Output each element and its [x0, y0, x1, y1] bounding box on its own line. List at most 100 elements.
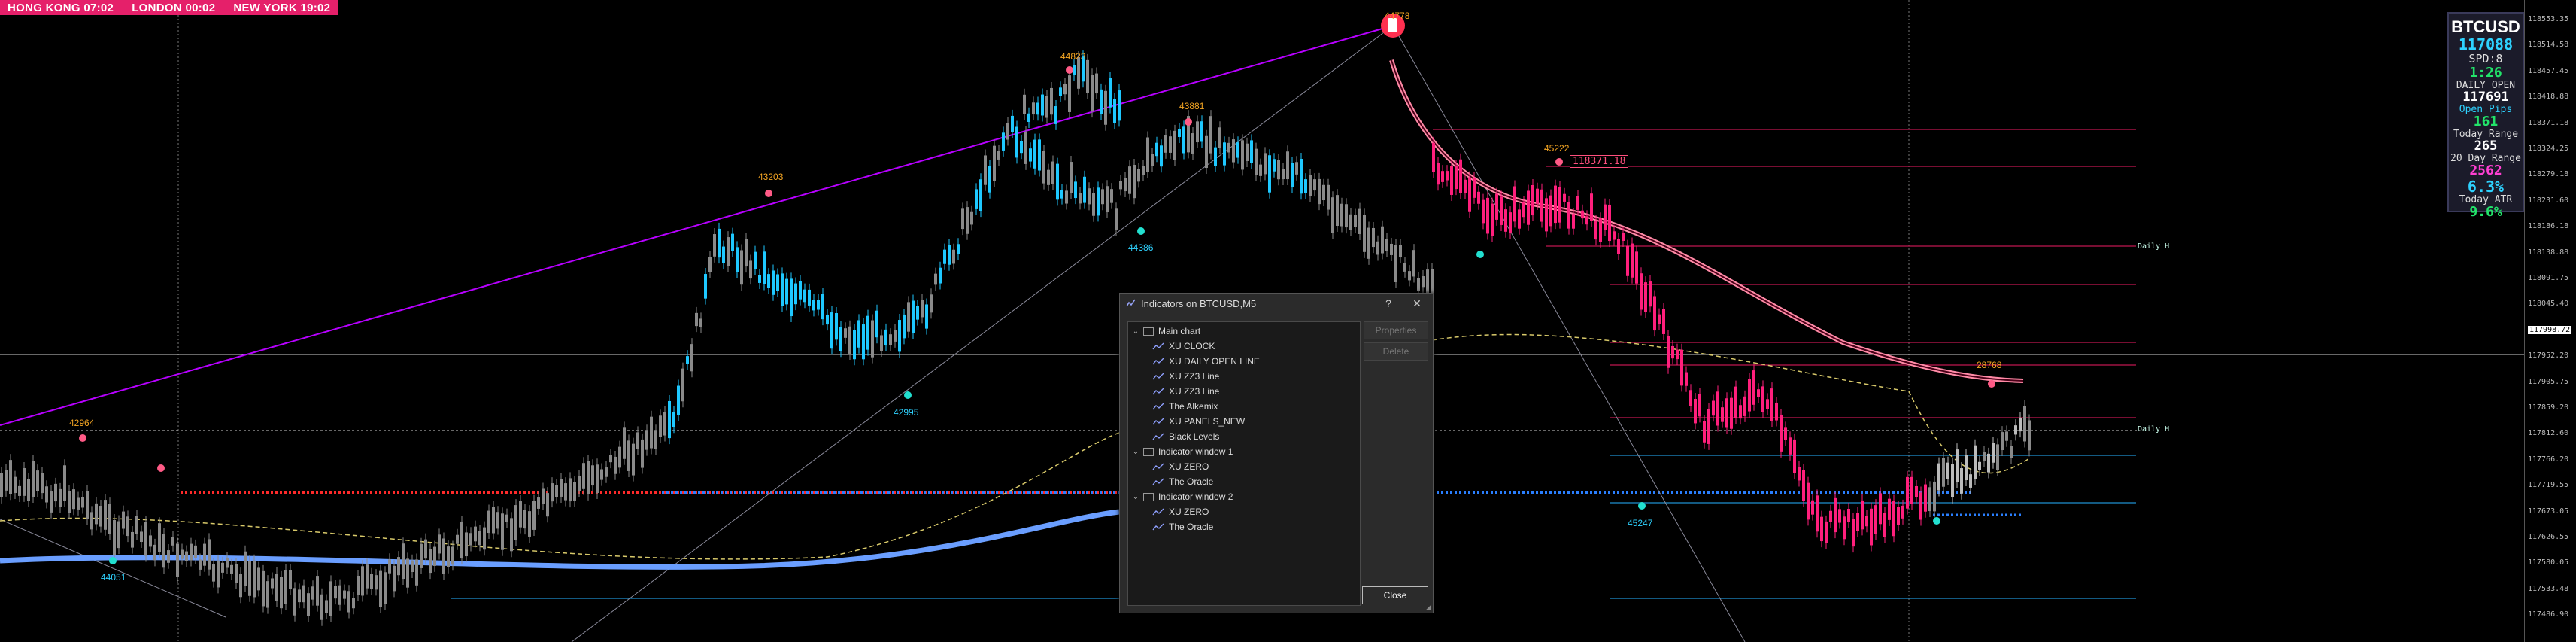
- candle-body: [1255, 148, 1258, 175]
- candle-body: [627, 440, 630, 471]
- candle-body: [1381, 226, 1384, 254]
- clock-london: LONDON 00:02: [132, 1, 216, 14]
- candle-body: [271, 578, 274, 589]
- close-x-icon[interactable]: ✕: [1410, 297, 1424, 310]
- candle-body: [573, 482, 576, 501]
- tree-item-label: XU ZERO: [1169, 507, 1209, 517]
- candle-body: [740, 250, 743, 285]
- candle-body: [1450, 166, 1453, 195]
- candle-body: [149, 535, 152, 547]
- candle-body: [2001, 432, 2004, 451]
- candle-body: [1879, 493, 1882, 525]
- candle-body: [1856, 513, 1859, 531]
- candle-body: [523, 510, 526, 529]
- candle-body: [185, 551, 188, 561]
- candle-body: [167, 550, 170, 563]
- candle-body: [1522, 202, 1525, 218]
- swing-high-label: 45222: [1544, 143, 1570, 154]
- candle-body: [1336, 195, 1339, 227]
- candle-body: [1509, 212, 1512, 233]
- tree-indicator-item[interactable]: XU CLOCK: [1152, 339, 1215, 354]
- help-button[interactable]: ?: [1382, 297, 1395, 310]
- resize-grip-icon[interactable]: ◢: [1426, 603, 1431, 611]
- candle-body: [1924, 484, 1927, 512]
- price-axis-label: 117766.20: [2528, 455, 2569, 464]
- close-button[interactable]: Close: [1362, 586, 1428, 604]
- candle-body: [1399, 245, 1402, 258]
- indicator-icon: [1152, 403, 1164, 409]
- candle-body: [1928, 487, 1931, 512]
- candle-body: [99, 506, 102, 527]
- indicator-icon: [1152, 373, 1164, 379]
- candle-body: [1054, 106, 1057, 124]
- tree-indicator-item[interactable]: The Alkemix: [1152, 399, 1218, 414]
- candle-body: [943, 249, 946, 264]
- tree-folder[interactable]: ⌄ Indicator window 1: [1131, 444, 1233, 459]
- candle-body: [442, 538, 445, 574]
- candle-body: [384, 572, 387, 604]
- candle-body: [212, 564, 215, 582]
- candle-body: [1816, 495, 1819, 532]
- tree-indicator-item[interactable]: The Oracle: [1152, 519, 1213, 534]
- tree-indicator-item[interactable]: XU ZZ3 Line: [1152, 369, 1219, 384]
- candle-body: [14, 476, 17, 494]
- tree-indicator-item[interactable]: Black Levels: [1152, 429, 1219, 444]
- candle-body: [334, 586, 337, 599]
- candle-body: [1041, 94, 1044, 116]
- candle-body: [275, 573, 278, 601]
- tree-item-label: XU DAILY OPEN LINE: [1169, 356, 1260, 367]
- session-clock-bar: HONG KONG 07:02 LONDON 00:02 NEW YORK 19…: [0, 0, 338, 15]
- candle-body: [790, 278, 793, 317]
- panel-pct-2: 9.6%: [2469, 204, 2502, 220]
- expand-chevron-icon[interactable]: ⌄: [1131, 327, 1140, 336]
- tree-indicator-item[interactable]: XU PANELS_NEW: [1152, 414, 1245, 429]
- candle-body: [162, 534, 165, 568]
- candle-body: [1919, 492, 1922, 520]
- candle-body: [835, 313, 838, 340]
- candle-body: [1604, 204, 1607, 230]
- candle-body: [979, 179, 982, 211]
- candle-body: [1491, 203, 1494, 236]
- candle-body: [681, 368, 684, 402]
- tree-indicator-item[interactable]: XU ZERO: [1152, 459, 1209, 474]
- properties-button[interactable]: Properties: [1364, 321, 1428, 339]
- candle-body: [844, 328, 847, 338]
- candle-body: [298, 589, 301, 603]
- candle-body: [1446, 171, 1449, 181]
- tree-indicator-item[interactable]: XU ZZ3 Line: [1152, 384, 1219, 399]
- expand-chevron-icon[interactable]: ⌄: [1131, 448, 1140, 456]
- candle-body: [614, 456, 617, 474]
- price-axis[interactable]: 118553.35 118514.58 118457.45 118418.88 1183…: [2524, 0, 2576, 642]
- tree-indicator-item[interactable]: XU ZERO: [1152, 504, 1209, 519]
- candle-body: [1712, 400, 1715, 416]
- tree-folder[interactable]: ⌄ Indicator window 2: [1131, 489, 1233, 504]
- candle-body: [1218, 127, 1221, 148]
- indicator-tree[interactable]: ⌄ Main chart XU CLOCK XU DAILY OPEN LINE XU …: [1127, 321, 1361, 606]
- candle-body: [1640, 273, 1643, 310]
- candle-body: [1464, 179, 1467, 193]
- candle-body: [1752, 370, 1755, 405]
- tree-folder[interactable]: ⌄ Main chart: [1131, 324, 1200, 339]
- swing-high-dot: [1988, 380, 1995, 388]
- panel-open-pips: 161: [2473, 114, 2499, 129]
- candle-body: [1743, 396, 1746, 416]
- candle-body: [817, 300, 820, 310]
- expand-chevron-icon[interactable]: ⌄: [1131, 493, 1140, 501]
- candle-body: [1789, 437, 1792, 455]
- indicators-dialog: Indicators on BTCUSD,M5 ? ✕ ⌄ Main chart X…: [1119, 293, 1434, 613]
- delete-button[interactable]: Delete: [1364, 342, 1428, 361]
- indicator-icon: [1152, 463, 1164, 470]
- dialog-titlebar[interactable]: Indicators on BTCUSD,M5 ? ✕: [1120, 294, 1433, 313]
- candle-body: [1766, 399, 1769, 409]
- candle-body: [1011, 115, 1014, 132]
- candle-body: [1033, 139, 1036, 169]
- tree-indicator-item[interactable]: The Oracle: [1152, 474, 1213, 489]
- candle-body: [1032, 102, 1035, 115]
- candle-body: [1223, 142, 1226, 166]
- candle-body: [997, 151, 1000, 160]
- candle-body: [1050, 87, 1053, 115]
- candle-body: [1124, 178, 1127, 192]
- tree-item-label: The Alkemix: [1169, 401, 1218, 412]
- tree-indicator-item[interactable]: XU DAILY OPEN LINE: [1152, 354, 1260, 369]
- candle-body: [578, 476, 581, 491]
